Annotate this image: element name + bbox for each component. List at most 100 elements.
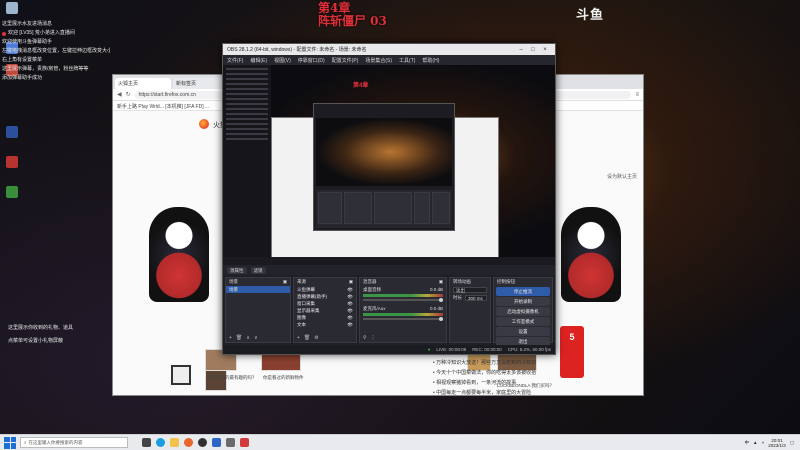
mixer-channel: 桌面音频 0.0 dB	[360, 286, 446, 302]
firefox-icon[interactable]	[184, 438, 193, 447]
ime-indicator[interactable]: 中	[745, 440, 750, 446]
desktop-app-icon[interactable]	[6, 186, 18, 198]
news-item[interactable]: • 相视观察猪掉看到，一条河流的故事	[433, 379, 516, 386]
desktop-recycle-bin-icon[interactable]	[6, 2, 18, 14]
notification-icon[interactable]: ▢	[790, 440, 794, 446]
dock-title: 场景	[229, 279, 238, 284]
dock-footer: + 🗑 ∧ ∨	[226, 334, 290, 342]
dock-title: 转场动画	[453, 279, 471, 284]
news-caption[interactable]: 你是看过的新鲜物件	[263, 375, 304, 381]
source-item[interactable]: 图像 👁	[294, 314, 356, 321]
move-up-icon[interactable]: ∧	[246, 335, 250, 341]
news-caption[interactable]: 你是看过的最有趣的吗？	[207, 375, 257, 381]
dock-options-icon[interactable]: ▣	[283, 279, 287, 285]
remove-icon[interactable]: 🗑	[304, 335, 310, 341]
browser-tab[interactable]: 新标签页	[173, 78, 229, 89]
preview-dark-panel	[223, 65, 271, 265]
settings-button[interactable]: 设置	[496, 327, 550, 336]
dock-options-icon[interactable]: ▣	[439, 279, 443, 285]
network-icon[interactable]: ▲	[753, 440, 757, 445]
transition-select[interactable]: 淡出	[453, 287, 487, 293]
source-properties-button[interactable]: 源属性	[227, 266, 247, 274]
desktop-app-icon[interactable]	[6, 126, 18, 138]
stop-streaming-button[interactable]: 停止推流	[496, 287, 550, 296]
obs-preview-canvas[interactable]: 第4章	[223, 65, 555, 265]
source-item[interactable]: 斗鱼弹幕 👁	[294, 286, 356, 293]
edge-icon[interactable]	[156, 438, 165, 447]
menu-profile[interactable]: 配置文件(P)	[332, 57, 359, 64]
menu-edit[interactable]: 编辑(E)	[250, 57, 267, 64]
more-icon[interactable]: ⋮	[371, 335, 376, 341]
windows-start-icon[interactable]	[4, 436, 16, 449]
maximize-icon[interactable]: □	[527, 47, 539, 53]
duration-label: 时长	[453, 295, 462, 300]
add-icon[interactable]: +	[297, 335, 300, 341]
move-down-icon[interactable]: ∨	[254, 335, 258, 341]
dock-title: 控制按钮	[497, 279, 515, 284]
news-item[interactable]: • 今天十个中国菜做法，你的吃得太多该被收拾	[433, 369, 536, 376]
file-explorer-icon[interactable]	[170, 438, 179, 447]
source-filters-button[interactable]: 滤镜	[250, 266, 266, 274]
scene-transitions-dock: 转场动画 淡出 时长 300 ms	[449, 277, 491, 343]
controls-dock: 控制按钮 停止推流 开始录制 启动虚拟摄像机 工作室模式 设置 退出	[493, 277, 553, 346]
danmaku-message-box[interactable]: 这里展示水友进场消息 欢迎 [LV35] 荒小弟进入直播间 欢迎使用斗鱼弹幕助手…	[2, 20, 110, 83]
duration-input[interactable]: 300 ms	[465, 295, 487, 301]
menu-tools[interactable]: 工具(T)	[399, 57, 415, 64]
gift-message-box[interactable]: 这里展示你收到的礼物、道具 点菜单可设置小礼物屏蔽	[8, 322, 73, 348]
menu-docks[interactable]: 停靠窗口(D)	[298, 57, 325, 64]
browser-tab[interactable]: 火狐主页	[115, 78, 171, 89]
start-virtual-camera-button[interactable]: 启动虚拟摄像机	[496, 307, 550, 316]
source-toolbar: 源属性 滤镜	[223, 265, 555, 275]
taskbar-apps	[142, 438, 249, 447]
start-recording-button[interactable]: 开始录制	[496, 297, 550, 306]
scene-item[interactable]: 场景	[226, 286, 290, 293]
source-item[interactable]: 文本 👁	[294, 321, 356, 328]
menu-help[interactable]: 帮助(H)	[422, 57, 439, 64]
nested-title: 第4章	[353, 83, 369, 89]
menu-view[interactable]: 视图(V)	[274, 57, 291, 64]
reload-icon[interactable]: ↻	[126, 91, 131, 98]
windows-taskbar: ⌕ 在这里输入你要搜索的内容 中 ▲ ◖ 20:01 2023/1/3 ▢	[0, 434, 800, 450]
gear-icon[interactable]: ⚙	[314, 335, 318, 341]
news-item[interactable]: • 中国每走一点都要每半米，家庭里的大冒险	[433, 389, 531, 396]
obs-icon[interactable]	[198, 438, 207, 447]
douyu-logo: 斗鱼	[576, 7, 605, 22]
eye-icon: 👁	[347, 294, 353, 299]
volume-slider[interactable]	[363, 317, 443, 321]
menu-file[interactable]: 文件(F)	[227, 57, 243, 64]
app-icon[interactable]	[226, 438, 235, 447]
menu-icon[interactable]: ≡	[635, 92, 639, 98]
obs-window: OBS 28.1.2 (64-bit, windows) - 配置文件: 未命名…	[222, 43, 556, 355]
source-item[interactable]: 窗口采集 👁	[294, 300, 356, 307]
nested-docks	[316, 190, 452, 228]
remove-icon[interactable]: 🗑	[236, 335, 242, 341]
obs-title: OBS 28.1.2 (64-bit, windows) - 配置文件: 未命名…	[227, 47, 367, 53]
app-icon[interactable]	[240, 438, 249, 447]
message-line: 这里展示弹幕，贵族/房管，粉丝牌等等	[2, 66, 89, 72]
minimize-icon[interactable]: –	[515, 47, 527, 53]
link-icon[interactable]: ⚲	[363, 335, 367, 341]
taskbar-search-box[interactable]: ⌕ 在这里输入你要搜索的内容	[20, 437, 128, 448]
menu-scene-collection[interactable]: 场景集合(S)	[365, 57, 392, 64]
promo-banner[interactable]: 5	[560, 326, 584, 378]
source-item[interactable]: 显示器采集 👁	[294, 307, 356, 314]
app-icon[interactable]	[212, 438, 221, 447]
dock-header: 转场动画	[450, 278, 490, 286]
studio-mode-button[interactable]: 工作室模式	[496, 317, 550, 326]
source-item[interactable]: 直播弹幕(助手) 👁	[294, 293, 356, 300]
desktop-app-icon[interactable]	[6, 156, 18, 168]
dock-footer: ⚲ ⋮	[360, 334, 446, 342]
nested-preview	[316, 118, 452, 186]
close-icon[interactable]: ×	[539, 47, 551, 53]
volume-icon[interactable]: ◖	[761, 440, 764, 445]
volume-slider[interactable]	[363, 298, 443, 302]
dock-options-icon[interactable]: ▣	[349, 279, 353, 285]
back-icon[interactable]: ◀	[117, 91, 122, 98]
task-view-icon[interactable]	[142, 438, 151, 447]
clock[interactable]: 20:01 2023/1/3	[768, 438, 786, 448]
set-home-link[interactable]: 设为默认主页	[607, 173, 637, 180]
add-icon[interactable]: +	[229, 335, 232, 341]
channel-db: 0.0 dB	[429, 287, 443, 292]
news-item[interactable]: • 万种冷知识大放送！那些万万没想到的冷知识	[433, 359, 536, 366]
rec-time: REC: 00:00:00	[472, 347, 502, 352]
